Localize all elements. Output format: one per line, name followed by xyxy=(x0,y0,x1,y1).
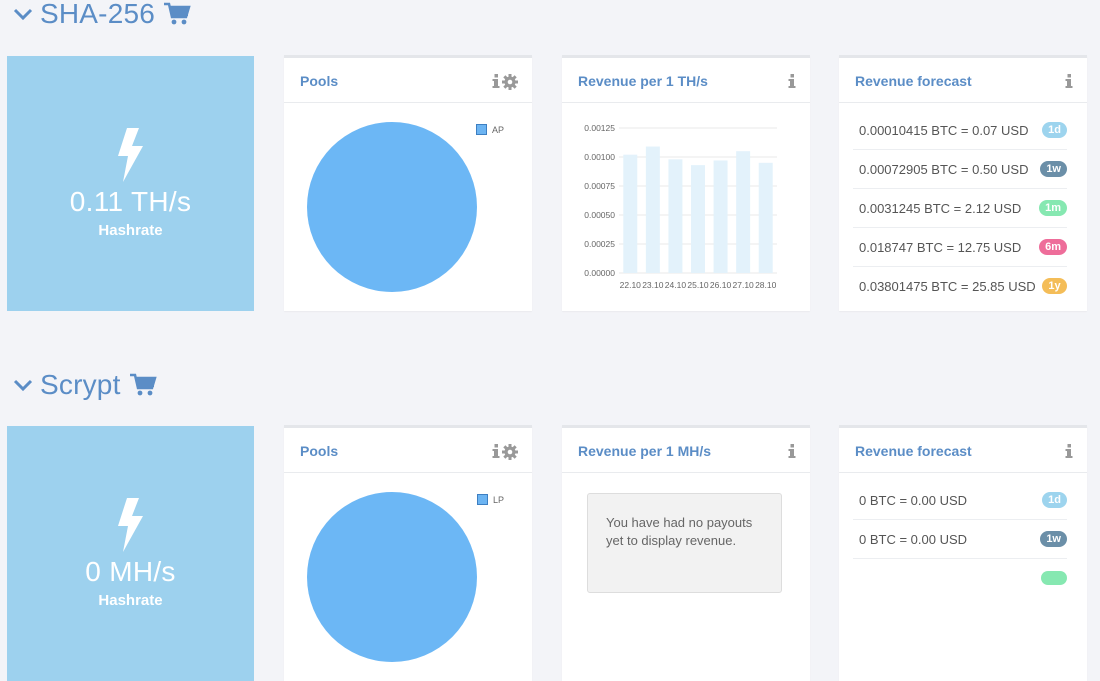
info-icon[interactable] xyxy=(788,74,796,88)
info-icon[interactable] xyxy=(788,444,796,458)
revenue-bar xyxy=(758,162,773,273)
revenue-bar xyxy=(713,160,728,273)
card-title: Revenue per 1 MH/s xyxy=(578,443,712,459)
no-payouts-message: You have had no payouts yet to display r… xyxy=(587,493,782,593)
x-tick-label: 25.10 xyxy=(687,280,709,290)
revenue-bar xyxy=(645,146,660,273)
revenue-bar xyxy=(668,159,683,273)
gear-icon[interactable] xyxy=(502,444,518,460)
hashrate-tile: 0.11 TH/s Hashrate xyxy=(7,56,254,311)
forecast-value: 0.00010415 BTC = 0.07 USD xyxy=(859,122,1029,138)
forecast-row: 0 BTC = 0.00 USD 1d xyxy=(853,481,1067,520)
card-title: Revenue per 1 TH/s xyxy=(578,73,708,89)
revenue-card: Revenue per 1 TH/s 0.00000 0.00025 0.00050… xyxy=(562,55,810,311)
revenue-bar xyxy=(623,154,638,273)
forecast-value: 0.018747 BTC = 12.75 USD xyxy=(859,239,1022,255)
lightning-bolt-icon xyxy=(118,128,143,182)
y-tick-label: 0.00125 xyxy=(584,123,615,133)
card-header: Revenue per 1 MH/s xyxy=(562,428,810,473)
card-title: Pools xyxy=(300,443,339,459)
forecast-row xyxy=(853,559,1067,597)
revenue-bar xyxy=(691,165,705,273)
pie-legend[interactable]: LP xyxy=(476,494,504,505)
x-tick-label: 26.10 xyxy=(710,280,732,290)
pools-pie-chart[interactable] xyxy=(307,122,477,292)
period-badge: 1d xyxy=(1042,492,1067,508)
y-tick-label: 0.00000 xyxy=(584,268,615,278)
y-tick-label: 0.00075 xyxy=(584,181,615,191)
gear-icon[interactable] xyxy=(502,74,518,90)
chevron-down-icon[interactable] xyxy=(12,374,34,396)
hashrate-value: 0.11 TH/s xyxy=(69,186,192,217)
x-tick-label: 22.10 xyxy=(620,280,642,290)
card-header: Pools xyxy=(284,58,532,103)
y-tick-label: 0.00025 xyxy=(584,239,615,249)
legend-label: AP xyxy=(491,124,504,135)
period-badge: 1w xyxy=(1040,161,1067,177)
revenue-bar-chart: 0.00000 0.00025 0.00050 0.00075 0.00100 0.001… xyxy=(584,123,777,290)
card-title: Revenue forecast xyxy=(855,443,972,459)
pools-card: Pools AP xyxy=(284,55,532,311)
shopping-cart-icon[interactable] xyxy=(129,373,157,397)
forecast-card: Revenue forecast 0 BTC = 0.00 USD 1d 0 B… xyxy=(839,425,1087,681)
hashrate-label: Hashrate xyxy=(98,222,163,239)
legend-label: LP xyxy=(492,494,504,505)
forecast-value: 0.0031245 BTC = 2.12 USD xyxy=(859,200,1022,216)
hashrate-value: 0 MH/s xyxy=(85,556,176,587)
section-title: SHA-256 xyxy=(40,0,156,29)
card-title: Pools xyxy=(300,73,339,89)
shopping-cart-icon[interactable] xyxy=(163,2,191,26)
legend-swatch xyxy=(476,494,488,505)
card-title: Revenue forecast xyxy=(855,73,972,89)
card-header: Revenue forecast xyxy=(839,428,1087,473)
period-badge: 1y xyxy=(1042,278,1067,294)
forecast-row: 0.00010415 BTC = 0.07 USD 1d xyxy=(853,111,1067,150)
period-badge: 1w xyxy=(1040,531,1067,547)
legend-swatch xyxy=(475,124,487,135)
forecast-value: 0.03801475 BTC = 25.85 USD xyxy=(859,278,1036,294)
period-badge: 1m xyxy=(1039,200,1067,216)
pie-legend[interactable]: AP xyxy=(475,124,504,135)
x-tick-label: 23.10 xyxy=(642,280,664,290)
section-header[interactable]: SHA-256 xyxy=(12,0,191,34)
forecast-row: 0.00072905 BTC = 0.50 USD 1w xyxy=(853,150,1067,189)
forecast-value: 0 BTC = 0.00 USD xyxy=(859,531,968,547)
section-header[interactable]: Scrypt xyxy=(12,365,157,405)
info-icon[interactable] xyxy=(492,444,500,458)
pools-card: Pools LP xyxy=(284,425,532,681)
y-tick-label: 0.00100 xyxy=(584,152,615,162)
forecast-row: 0.0031245 BTC = 2.12 USD 1m xyxy=(853,189,1067,228)
period-badge: 1d xyxy=(1042,122,1067,138)
card-header: Pools xyxy=(284,428,532,473)
card-header: Revenue forecast xyxy=(839,58,1087,103)
forecast-value: 0.00072905 BTC = 0.50 USD xyxy=(859,161,1029,177)
forecast-row: 0.03801475 BTC = 25.85 USD 1y xyxy=(853,267,1067,305)
forecast-value: 0 BTC = 0.00 USD xyxy=(859,492,968,508)
info-icon[interactable] xyxy=(1065,74,1073,88)
section-title: Scrypt xyxy=(40,369,121,400)
card-header: Revenue per 1 TH/s xyxy=(562,58,810,103)
info-icon[interactable] xyxy=(492,74,500,88)
y-tick-label: 0.00050 xyxy=(584,210,615,220)
period-badge: 6m xyxy=(1039,239,1067,255)
forecast-row: 0 BTC = 0.00 USD 1w xyxy=(853,520,1067,559)
forecast-row: 0.018747 BTC = 12.75 USD 6m xyxy=(853,228,1067,267)
x-tick-label: 24.10 xyxy=(665,280,687,290)
info-icon[interactable] xyxy=(1065,444,1073,458)
hashrate-tile: 0 MH/s Hashrate xyxy=(7,426,254,681)
revenue-card: Revenue per 1 MH/s You have had no payou… xyxy=(562,425,810,681)
x-tick-label: 27.10 xyxy=(733,280,755,290)
forecast-card: Revenue forecast 0.00010415 BTC = 0.07 U… xyxy=(839,55,1087,311)
period-badge xyxy=(1041,571,1067,585)
chevron-down-icon[interactable] xyxy=(12,3,34,25)
lightning-bolt-icon xyxy=(118,498,143,552)
hashrate-label: Hashrate xyxy=(98,592,163,609)
revenue-bar xyxy=(736,151,751,273)
x-tick-label: 28.10 xyxy=(755,280,777,290)
pools-pie-chart[interactable] xyxy=(307,492,477,662)
